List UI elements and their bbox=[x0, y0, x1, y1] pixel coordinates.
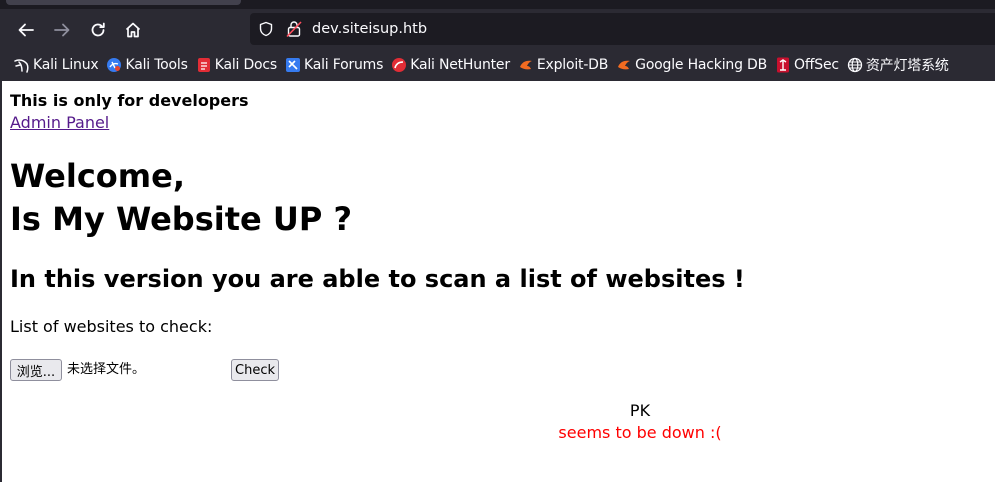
kali-forums-icon bbox=[285, 57, 301, 73]
page-title: Is My Website UP ? bbox=[10, 200, 352, 238]
offsec-icon bbox=[775, 57, 791, 73]
back-button[interactable] bbox=[13, 17, 39, 43]
bookmark-kali-docs[interactable]: Kali Docs bbox=[192, 52, 281, 78]
bookmark-offsec[interactable]: OffSec bbox=[771, 52, 843, 78]
insecure-lock-icon[interactable] bbox=[286, 20, 302, 42]
bookmark-kali-forums[interactable]: Kali Forums bbox=[281, 52, 387, 78]
exploit-db-icon bbox=[518, 57, 534, 73]
bookmarks-toolbar: Kali Linux Kali Tools Kali Docs Kali For… bbox=[0, 52, 953, 78]
arrow-left-icon bbox=[18, 23, 34, 37]
bookmark-label: Google Hacking DB bbox=[635, 57, 767, 73]
bookmark-label: Exploit-DB bbox=[536, 57, 609, 73]
result-host: PK bbox=[629, 401, 651, 420]
bookmark-label: Kali NetHunter bbox=[410, 57, 510, 73]
tracking-shield-icon[interactable] bbox=[258, 21, 274, 41]
bookmark-kali-nethunter[interactable]: Kali NetHunter bbox=[387, 52, 514, 78]
url-text[interactable]: dev.siteisup.htb bbox=[312, 20, 427, 38]
bookmark-label: Kali Tools bbox=[125, 57, 188, 73]
kali-dragon-icon bbox=[14, 57, 30, 73]
kali-nethunter-icon bbox=[391, 57, 407, 73]
kali-tools-icon bbox=[106, 57, 122, 73]
browser-chrome: dev.siteisup.htb Kali Linux Kali Tools K… bbox=[0, 0, 995, 81]
page-viewport: This is only for developers Admin Panel … bbox=[0, 81, 995, 482]
website-list-label: List of websites to check: bbox=[10, 317, 213, 336]
file-status-text: 未选择文件。 bbox=[67, 362, 146, 377]
welcome-heading: Welcome, bbox=[10, 157, 185, 195]
reload-icon bbox=[91, 22, 105, 37]
bookmark-label: 资产灯塔系统 bbox=[865, 58, 949, 74]
file-browse-button[interactable]: 浏览... bbox=[10, 359, 62, 381]
window-edge bbox=[0, 81, 2, 482]
bookmark-ghdb[interactable]: Google Hacking DB bbox=[612, 52, 771, 78]
home-button[interactable] bbox=[120, 17, 146, 43]
bookmark-label: Kali Linux bbox=[33, 57, 99, 73]
admin-panel-link[interactable]: Admin Panel bbox=[10, 113, 109, 132]
reload-button[interactable] bbox=[85, 17, 111, 43]
bookmark-kali-linux[interactable]: Kali Linux bbox=[10, 52, 102, 78]
bookmark-label: Kali Docs bbox=[214, 57, 277, 73]
ghdb-icon bbox=[616, 57, 632, 73]
home-icon bbox=[125, 22, 141, 38]
check-button[interactable]: Check bbox=[231, 359, 279, 381]
bookmark-kali-tools[interactable]: Kali Tools bbox=[102, 52, 191, 78]
forward-button[interactable] bbox=[49, 17, 75, 43]
developer-notice: This is only for developers bbox=[10, 91, 249, 110]
bookmark-label: OffSec bbox=[794, 57, 839, 73]
bookmark-asset-lighthouse[interactable]: 资产灯塔系统 bbox=[843, 52, 953, 78]
kali-docs-icon bbox=[196, 57, 212, 73]
page-subtitle: In this version you are able to scan a l… bbox=[10, 265, 745, 293]
bookmark-exploit-db[interactable]: Exploit-DB bbox=[514, 52, 612, 78]
bookmark-label: Kali Forums bbox=[303, 57, 384, 73]
tab-strip bbox=[0, 0, 995, 9]
globe-icon bbox=[847, 57, 863, 73]
result-status: seems to be down :( bbox=[558, 423, 722, 442]
arrow-right-icon bbox=[54, 23, 70, 37]
active-tab[interactable] bbox=[6, 0, 241, 5]
url-bar[interactable]: dev.siteisup.htb bbox=[250, 13, 995, 45]
